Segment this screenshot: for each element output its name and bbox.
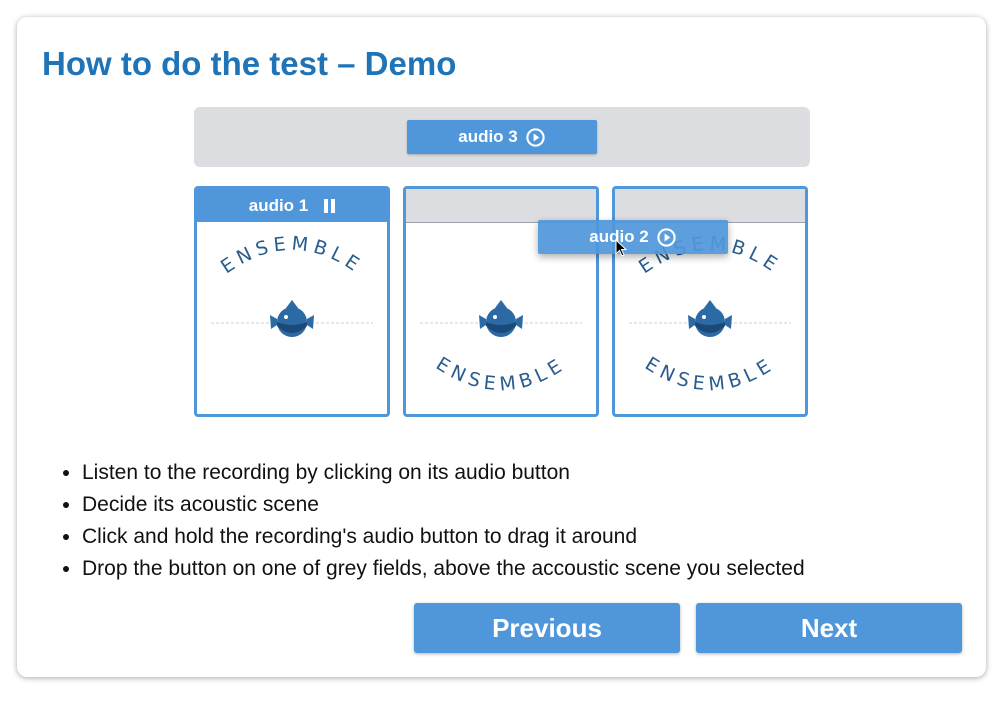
play-circle-icon bbox=[657, 227, 676, 247]
audio-3-button[interactable]: audio 3 bbox=[407, 120, 597, 154]
ensemble-logo-text: ENSEMBLE bbox=[641, 353, 779, 396]
scene-panel-1[interactable]: audio 1 ENSEMBLE bbox=[194, 186, 390, 417]
ensemble-logo-text: ENSEMBLE bbox=[432, 353, 570, 396]
instruction-list: Listen to the recording by clicking on i… bbox=[60, 457, 805, 585]
drop-slot-1[interactable]: audio 1 bbox=[197, 189, 387, 222]
audio-1-label: audio 1 bbox=[248, 195, 309, 215]
drop-slot-2[interactable] bbox=[406, 189, 596, 223]
next-button[interactable]: Next bbox=[696, 603, 962, 653]
drop-slot-3[interactable] bbox=[615, 189, 805, 223]
previous-button[interactable]: Previous bbox=[414, 603, 680, 653]
list-item: Click and hold the recording's audio but… bbox=[82, 521, 805, 553]
list-item: Drop the button on one of grey fields, a… bbox=[82, 553, 805, 585]
page-title: How to do the test – Demo bbox=[42, 45, 457, 82]
audio-3-label: audio 3 bbox=[458, 127, 518, 146]
list-item: Decide its acoustic scene bbox=[82, 489, 805, 521]
audio-tray[interactable]: audio 3 bbox=[194, 107, 810, 167]
list-item: Listen to the recording by clicking on i… bbox=[82, 457, 805, 489]
fish-icon bbox=[479, 300, 523, 337]
fish-icon bbox=[270, 300, 314, 337]
scene-image-1: ENSEMBLE bbox=[211, 232, 373, 337]
ensemble-logo-text: ENSEMBLE bbox=[217, 232, 367, 278]
audio-2-button[interactable]: audio 2 bbox=[538, 220, 728, 254]
demo-card: How to do the test – Demo audio 3 audio … bbox=[17, 17, 986, 677]
fish-icon bbox=[688, 300, 732, 337]
mouse-pointer-icon bbox=[615, 239, 628, 257]
play-circle-icon bbox=[526, 127, 545, 147]
pause-icon[interactable] bbox=[324, 198, 336, 213]
